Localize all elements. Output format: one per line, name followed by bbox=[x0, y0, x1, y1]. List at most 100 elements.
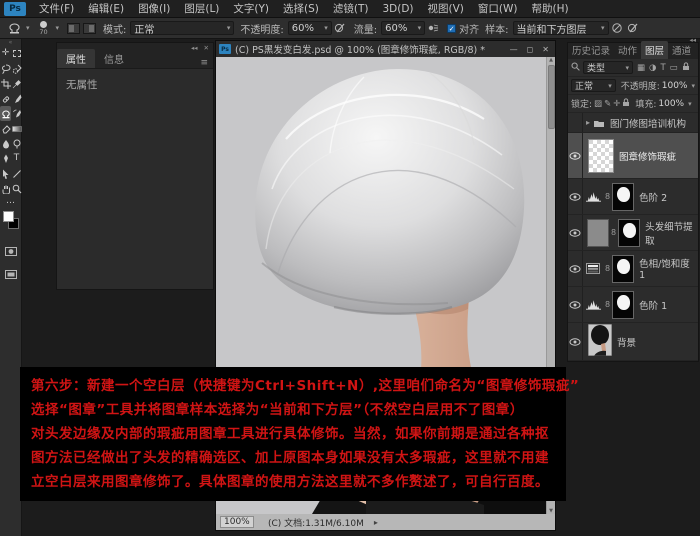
layer-opacity-value[interactable]: 100% bbox=[662, 81, 688, 91]
history-brush-tool[interactable] bbox=[11, 106, 22, 121]
menu-filter[interactable]: 滤镜(T) bbox=[326, 0, 376, 18]
tool-preset[interactable]: ▾ bbox=[6, 21, 30, 36]
layer-blend-mode-select[interactable]: 正常 ▾ bbox=[571, 79, 616, 92]
ignore-adjustment-layers-icon[interactable] bbox=[609, 21, 625, 36]
crop-tool[interactable] bbox=[0, 76, 11, 91]
layer-row-levels-2[interactable]: 8 色阶 2 bbox=[568, 179, 698, 215]
filter-type-layers-icon[interactable]: T bbox=[660, 63, 665, 73]
fill-value[interactable]: 100% bbox=[658, 99, 684, 109]
mask-link-icon[interactable]: 8 bbox=[605, 192, 610, 201]
clone-stamp-tool[interactable] bbox=[0, 106, 11, 121]
menu-view[interactable]: 视图(V) bbox=[421, 0, 471, 18]
layer-mask-thumbnail[interactable] bbox=[618, 219, 640, 247]
layer-thumbnail-photo[interactable] bbox=[588, 324, 612, 360]
visibility-toggle[interactable] bbox=[568, 251, 583, 286]
dodge-tool[interactable] bbox=[11, 136, 22, 151]
line-tool[interactable] bbox=[11, 166, 22, 181]
panel-close-icon[interactable]: ✕ bbox=[204, 44, 209, 52]
lock-all-icon[interactable] bbox=[622, 98, 630, 110]
edit-toolbar-ellipsis[interactable]: … bbox=[0, 196, 21, 208]
layer-row-hair-detail[interactable]: 8 头发细节提取 bbox=[568, 215, 698, 251]
blend-mode-select[interactable]: 正常 ▾ bbox=[130, 21, 234, 35]
aligned-checkbox[interactable]: ✓ 对齐 bbox=[447, 21, 479, 36]
layer-mask-thumbnail[interactable] bbox=[612, 255, 634, 283]
menu-window[interactable]: 窗口(W) bbox=[471, 0, 525, 18]
layer-row-group[interactable]: ▸ 图门修图培训机构 bbox=[568, 113, 698, 133]
layer-row-background[interactable]: 背景 bbox=[568, 323, 698, 361]
filter-smart-object-icon[interactable] bbox=[682, 62, 690, 74]
menu-image[interactable]: 图像(I) bbox=[131, 0, 177, 18]
path-selection-tool[interactable] bbox=[0, 166, 11, 181]
tab-actions[interactable]: 动作 bbox=[614, 41, 641, 59]
levels-adjustment-icon[interactable] bbox=[583, 191, 603, 202]
menu-file[interactable]: 文件(F) bbox=[32, 0, 81, 18]
mask-link-icon[interactable]: 8 bbox=[605, 264, 610, 273]
scroll-up-icon[interactable]: ▲ bbox=[549, 57, 553, 63]
scrollbar-thumb[interactable] bbox=[548, 65, 555, 129]
pressure-size-icon[interactable] bbox=[625, 21, 641, 36]
status-arrow-icon[interactable]: ▸ bbox=[374, 518, 378, 527]
opacity-select[interactable]: 60% ▾ bbox=[288, 21, 332, 35]
eraser-tool[interactable] bbox=[0, 121, 11, 136]
close-icon[interactable]: ✕ bbox=[542, 45, 549, 54]
visibility-toggle[interactable] bbox=[568, 215, 583, 250]
sample-select[interactable]: 当前和下方图层 ▾ bbox=[513, 21, 609, 35]
minimize-icon[interactable]: — bbox=[510, 45, 518, 54]
pen-tool[interactable] bbox=[0, 151, 11, 166]
lock-position-icon[interactable]: ✛ bbox=[613, 99, 620, 109]
visibility-toggle[interactable] bbox=[568, 133, 583, 178]
lock-transparent-icon[interactable]: ▨ bbox=[594, 99, 602, 109]
layer-mask-thumbnail[interactable] bbox=[612, 291, 634, 319]
flow-select[interactable]: 60% ▾ bbox=[381, 21, 425, 35]
hue-saturation-adjustment-icon[interactable] bbox=[583, 263, 603, 274]
tab-history[interactable]: 历史记录 bbox=[568, 41, 614, 59]
filter-pixel-layers-icon[interactable]: ▦ bbox=[637, 63, 645, 73]
tools-collapse-icon[interactable]: « bbox=[0, 39, 21, 46]
quick-mask-icon[interactable] bbox=[5, 241, 17, 260]
airbrush-icon[interactable] bbox=[425, 21, 441, 36]
foreground-color-swatch[interactable] bbox=[3, 211, 14, 222]
menu-select[interactable]: 选择(S) bbox=[276, 0, 326, 18]
blur-tool[interactable] bbox=[0, 136, 11, 151]
group-arrow-icon[interactable]: ▸ bbox=[586, 118, 590, 127]
mask-link-icon[interactable]: 8 bbox=[605, 300, 610, 309]
tab-properties[interactable]: 属性 bbox=[57, 49, 95, 68]
menu-edit[interactable]: 编辑(E) bbox=[81, 0, 131, 18]
filter-kind-select[interactable]: 类型 ▾ bbox=[583, 61, 633, 74]
layer-row-hue-saturation[interactable]: 8 色相/饱和度 1 bbox=[568, 251, 698, 287]
gradient-tool[interactable] bbox=[11, 121, 22, 136]
zoom-level-field[interactable]: 100% bbox=[220, 516, 254, 528]
healing-brush-tool[interactable] bbox=[0, 91, 11, 106]
layer-row-selected[interactable]: 图章修饰瑕疵 bbox=[568, 133, 698, 179]
maximize-icon[interactable]: ◻ bbox=[527, 45, 534, 54]
pressure-opacity-icon[interactable] bbox=[332, 21, 348, 36]
brush-tool[interactable] bbox=[11, 91, 22, 106]
layer-mask-thumbnail[interactable] bbox=[612, 183, 634, 211]
move-tool[interactable]: ✛ bbox=[0, 46, 11, 61]
tab-layers[interactable]: 图层 bbox=[641, 41, 668, 59]
tab-channels[interactable]: 通道 bbox=[668, 41, 695, 59]
hand-tool[interactable] bbox=[0, 181, 11, 196]
visibility-toggle[interactable] bbox=[568, 287, 583, 322]
levels-adjustment-icon[interactable] bbox=[583, 299, 603, 310]
filter-shape-layers-icon[interactable]: ▭ bbox=[670, 63, 678, 73]
menu-type[interactable]: 文字(Y) bbox=[226, 0, 276, 18]
lasso-tool[interactable] bbox=[0, 61, 11, 76]
document-title-bar[interactable]: Ps (C) PS黑发变白发.psd @ 100% (图章修饰瑕疵, RGB/8… bbox=[216, 41, 555, 57]
marquee-tool[interactable] bbox=[11, 46, 22, 61]
layer-row-levels-1[interactable]: 8 色阶 1 bbox=[568, 287, 698, 323]
quick-selection-tool[interactable] bbox=[11, 61, 22, 76]
menu-3d[interactable]: 3D(D) bbox=[375, 0, 420, 18]
eyedropper-tool[interactable] bbox=[11, 76, 22, 91]
zoom-tool[interactable] bbox=[11, 181, 22, 196]
lock-pixels-icon[interactable]: ✎ bbox=[604, 99, 611, 109]
layer-thumbnail-transparent[interactable] bbox=[588, 139, 614, 173]
brush-panel-toggle-icon[interactable] bbox=[65, 21, 81, 36]
panel-collapse-icon[interactable]: ◂◂ bbox=[191, 44, 198, 52]
tab-info[interactable]: 信息 bbox=[95, 49, 133, 68]
brush-picker[interactable]: 70 ▾ bbox=[36, 21, 60, 36]
menu-layer[interactable]: 图层(L) bbox=[177, 0, 226, 18]
visibility-toggle[interactable] bbox=[568, 323, 583, 360]
filter-adjustment-layers-icon[interactable]: ◑ bbox=[649, 63, 656, 73]
type-tool[interactable]: T bbox=[11, 151, 22, 166]
